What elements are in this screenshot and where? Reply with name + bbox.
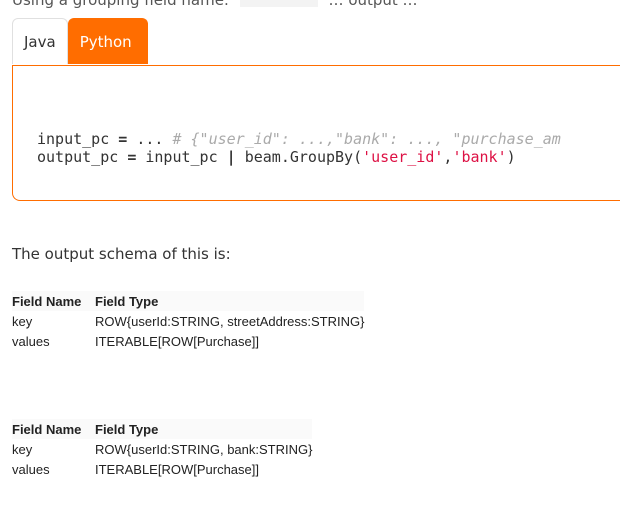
table-row: key ROW{userId:STRING, streetAddress:STR… <box>12 311 364 331</box>
code-close-paren: ) <box>506 148 516 166</box>
field-type-cell: ROW{userId:STRING, streetAddress:STRING} <box>95 313 365 329</box>
code-operator: = <box>118 130 128 148</box>
field-type-cell: ROW{userId:STRING, bank:STRING} <box>95 441 313 457</box>
field-type-cell: ITERABLE[ROW[Purchase]] <box>95 333 259 349</box>
field-name-cell: key <box>12 313 33 329</box>
header-field-type: Field Type <box>95 291 365 311</box>
code-var: input_pc <box>37 130 110 148</box>
code-var: output_pc <box>37 148 119 166</box>
schema-table-street-address: Field Name Field Type key ROW{userId:STR… <box>12 291 365 351</box>
field-name-cell: values <box>12 461 50 477</box>
table-row: key ROW{userId:STRING, bank:STRING} <box>12 439 312 459</box>
code-operator: = <box>127 148 137 166</box>
tab-java[interactable]: Java <box>12 18 68 64</box>
schema-table-bank: Field Name Field Type key ROW{userId:STR… <box>12 419 313 479</box>
code-string-user-id: 'user_id' <box>362 148 444 166</box>
field-type-cell: ITERABLE[ROW[Purchase]] <box>95 461 259 477</box>
field-name-cell: values <box>12 333 50 349</box>
header-field-type: Field Type <box>95 419 313 439</box>
fragment-text-right: … output … <box>328 0 418 9</box>
previous-paragraph-fragment: Using a grouping field name: … output … <box>12 0 418 9</box>
fragment-text-left: Using a grouping field name: <box>12 0 229 9</box>
header-field-name: Field Name <box>12 419 95 439</box>
code-pipe: | <box>226 148 236 166</box>
code-ellipsis: ... <box>136 130 164 148</box>
table-row: values ITERABLE[ROW[Purchase]] <box>12 459 312 479</box>
table-header-row: Field Name Field Type <box>12 291 365 311</box>
code-content: input_pc = ... # {"user_id": ...,"bank":… <box>37 130 561 166</box>
code-call: beam.GroupBy( <box>244 148 363 166</box>
tab-python[interactable]: Python <box>67 18 148 64</box>
language-tabs: Java Python <box>12 18 148 66</box>
code-comment: # {"user_id": ...,"bank": ..., "purchase… <box>172 130 561 148</box>
output-schema-paragraph: The output schema of this is: <box>12 245 231 263</box>
code-source: input_pc <box>145 148 218 166</box>
inline-code-highlight <box>239 0 318 7</box>
header-field-name: Field Name <box>12 291 95 311</box>
field-name-cell: key <box>12 441 33 457</box>
table-header-row: Field Name Field Type <box>12 419 313 439</box>
code-block: input_pc = ... # {"user_id": ...,"bank":… <box>12 65 620 201</box>
code-string-bank: 'bank' <box>452 148 507 166</box>
table-row: values ITERABLE[ROW[Purchase]] <box>12 331 364 351</box>
